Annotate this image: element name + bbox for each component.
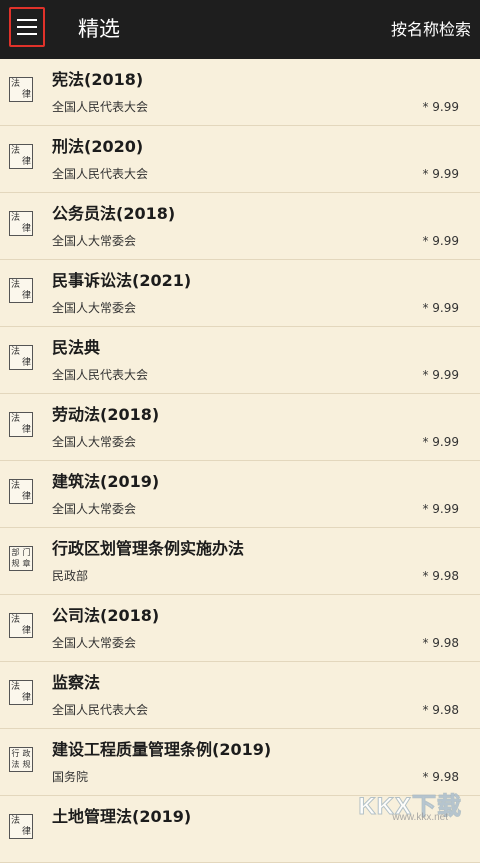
law-stamp-icon: 法律 [9,345,33,370]
law-title: 建设工程质量管理条例(2019) [52,740,272,759]
badge-char: 法 [10,212,20,223]
law-stamp-icon: 法律 [9,144,33,169]
law-title: 民法典 [52,338,101,357]
badge-char: 律 [21,626,31,637]
law-issuer: 全国人大常委会 [52,435,137,449]
law-title: 公司法(2018) [52,606,160,625]
law-list-item[interactable]: 法律土地管理法(2019) [0,796,480,863]
law-list-item[interactable]: 法律建筑法(2019) 全国人大常委会 * 9.99 [0,461,480,528]
badge-char: 法 [10,815,20,826]
law-rating: * 9.99 [422,502,459,516]
law-stamp-icon: 法律 [9,278,33,303]
law-issuer: 全国人民代表大会 [52,167,149,181]
law-stamp-icon: 法律 [9,479,33,504]
badge-char: 律 [21,157,31,168]
badge-char: 律 [21,358,31,369]
badge-char: 律 [21,693,31,704]
menu-button[interactable] [9,7,45,47]
law-stamp-icon: 法律 [9,680,33,705]
law-issuer: 全国人大常委会 [52,636,137,650]
law-rating: * 9.99 [422,100,459,114]
law-rating: * 9.98 [422,569,459,583]
law-list-item[interactable]: 法律劳动法(2018) 全国人大常委会 * 9.99 [0,394,480,461]
law-issuer: 全国人民代表大会 [52,100,149,114]
law-stamp-icon: 法律 [9,412,33,437]
badge-char: 部 [11,547,20,557]
badge-char: 法 [10,279,20,290]
law-list-item[interactable]: 法律公司法(2018) 全国人大常委会 * 9.98 [0,595,480,662]
law-issuer: 全国人大常委会 [52,301,137,315]
law-list-item[interactable]: 法律宪法(2018) 全国人民代表大会 * 9.99 [0,59,480,126]
badge-char: 法 [10,346,20,357]
law-rating: * 9.99 [422,301,459,315]
hamburger-icon-line [17,19,37,21]
page-title: 精选 [78,17,120,41]
law-stamp-icon: 法律 [9,77,33,102]
badge-char: 律 [21,90,31,101]
law-issuer: 全国人大常委会 [52,234,137,248]
law-list-item[interactable]: 法律公务员法(2018) 全国人大常委会 * 9.99 [0,193,480,260]
law-list-item[interactable]: 法律刑法(2020) 全国人民代表大会 * 9.99 [0,126,480,193]
law-stamp-icon: 法律 [9,211,33,236]
badge-char: 法 [10,145,20,156]
badge-char: 律 [21,827,31,838]
hamburger-icon-line [17,33,37,35]
badge-char: 律 [21,291,31,302]
badge-char: 政 [22,748,31,758]
law-issuer: 全国人民代表大会 [52,368,149,382]
law-title: 土地管理法(2019) [52,807,192,826]
law-title: 公务员法(2018) [52,204,176,223]
law-list-item[interactable]: 法律民事诉讼法(2021) 全国人大常委会 * 9.99 [0,260,480,327]
law-title: 劳动法(2018) [52,405,160,424]
law-stamp-icon: 法律 [9,613,33,638]
badge-char: 律 [21,492,31,503]
law-issuer: 全国人民代表大会 [52,703,149,717]
badge-char: 规 [22,760,31,770]
badge-char: 规 [11,559,20,569]
badge-char: 法 [10,681,20,692]
search-by-name-button[interactable]: 按名称检索 [391,19,471,41]
law-title: 监察法 [52,673,101,692]
law-list: 法律宪法(2018) 全国人民代表大会 * 9.99 法律刑法(2020) 全国人民代表… [0,59,480,863]
law-title: 行政区划管理条例实施办法 [52,539,245,558]
law-list-item[interactable]: 部门规章行政区划管理条例实施办法 民政部 * 9.98 [0,528,480,595]
law-list-item[interactable]: 行政法规建设工程质量管理条例(2019) 国务院 * 9.98 [0,729,480,796]
law-rating: * 9.99 [422,234,459,248]
law-stamp-icon: 法律 [9,814,33,839]
department-rule-stamp-icon: 部门规章 [9,546,33,571]
law-list-item[interactable]: 法律民法典 全国人民代表大会 * 9.99 [0,327,480,394]
law-list-item[interactable]: 法律监察法 全国人民代表大会 * 9.98 [0,662,480,729]
law-title: 民事诉讼法(2021) [52,271,192,290]
law-issuer: 全国人大常委会 [52,502,137,516]
badge-char: 门 [22,547,31,557]
badge-char: 章 [22,559,31,569]
badge-char: 法 [10,614,20,625]
badge-char: 律 [21,224,31,235]
badge-char: 法 [10,78,20,89]
law-rating: * 9.99 [422,368,459,382]
law-title: 宪法(2018) [52,70,144,89]
law-rating: * 9.99 [422,167,459,181]
badge-char: 法 [10,480,20,491]
badge-char: 法 [11,760,20,770]
hamburger-icon-line [17,26,37,28]
law-issuer: 国务院 [52,770,89,784]
badge-char: 行 [11,748,20,758]
law-title: 刑法(2020) [52,137,144,156]
law-issuer: 民政部 [52,569,89,583]
law-rating: * 9.99 [422,435,459,449]
law-rating: * 9.98 [422,770,459,784]
law-rating: * 9.98 [422,636,459,650]
badge-char: 法 [10,413,20,424]
law-title: 建筑法(2019) [52,472,160,491]
top-app-bar: 精选 按名称检索 [0,0,480,59]
badge-char: 律 [21,425,31,436]
law-rating: * 9.98 [422,703,459,717]
admin-regulation-stamp-icon: 行政法规 [9,747,33,772]
